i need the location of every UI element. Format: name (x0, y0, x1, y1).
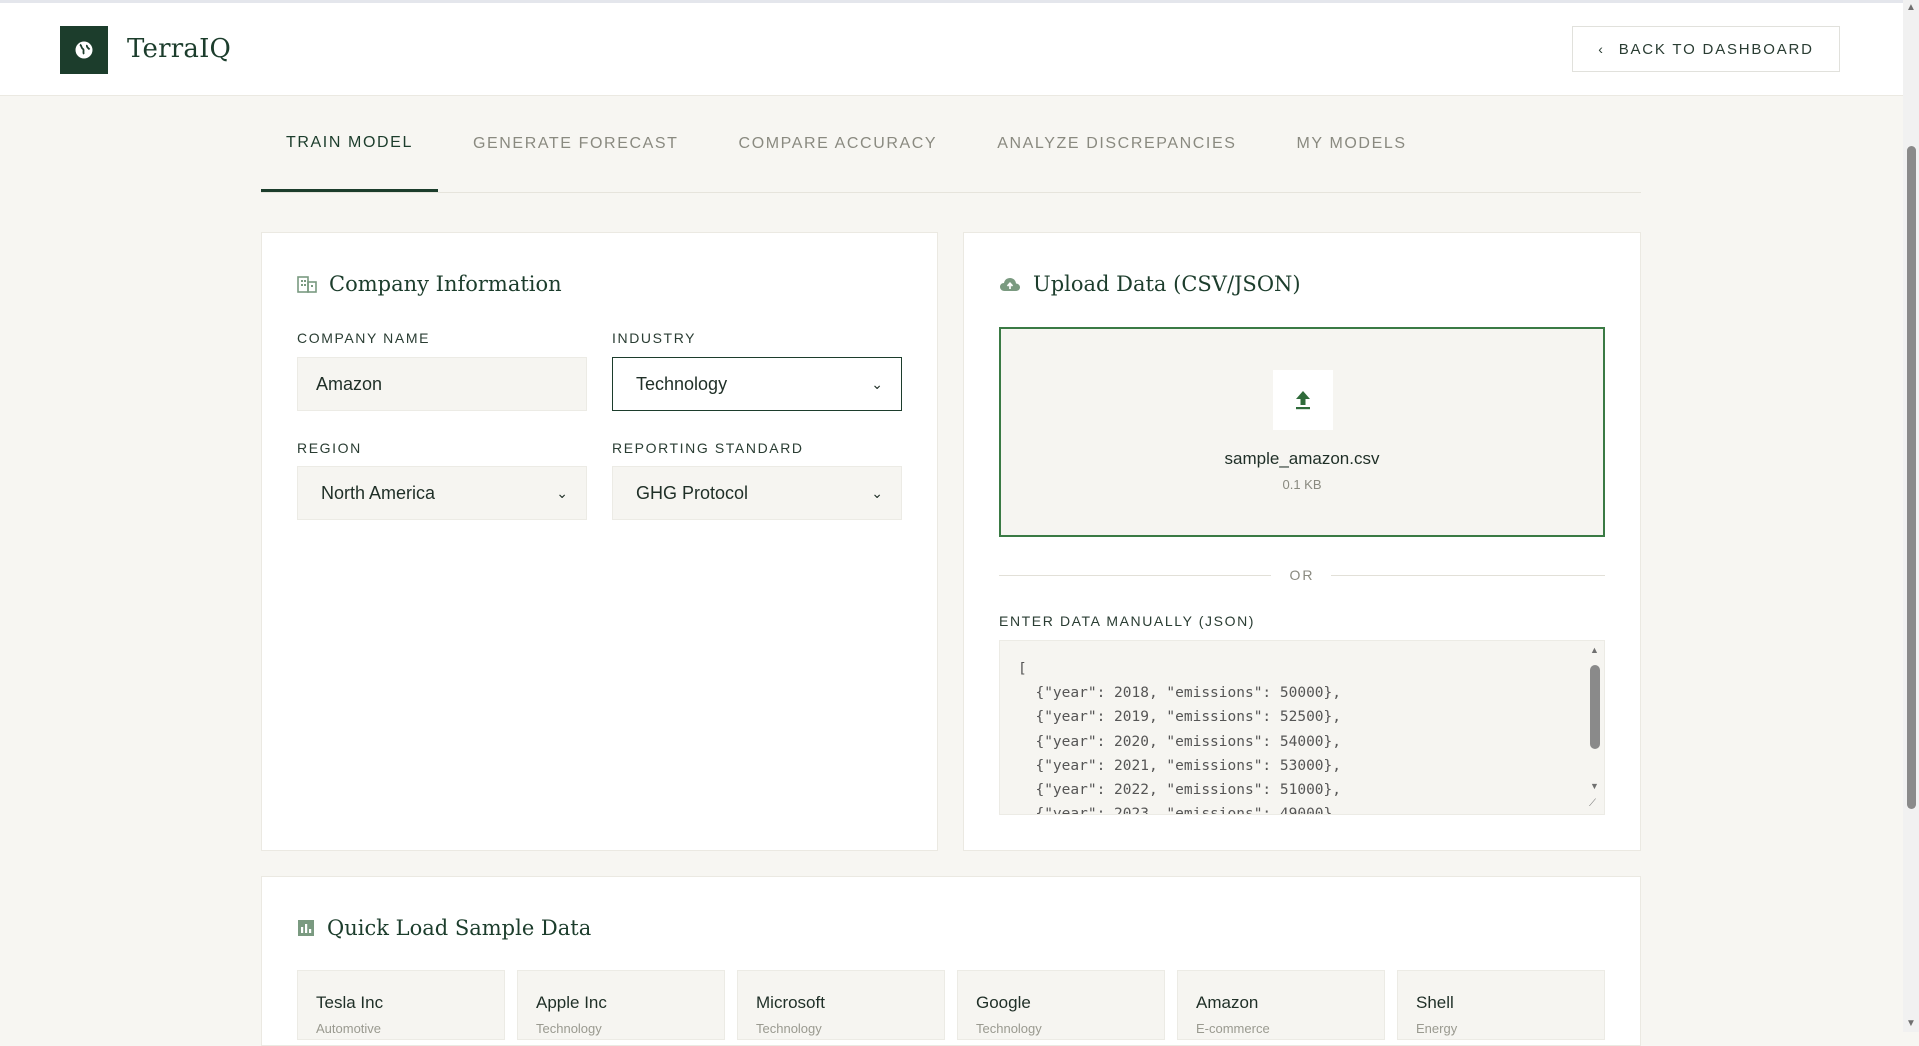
bar-chart-icon (298, 920, 314, 936)
file-dropzone[interactable]: sample_amazon.csv 0.1 KB (999, 327, 1605, 537)
upload-data-title: Upload Data (CSV/JSON) (999, 272, 1301, 296)
sample-card-amazon[interactable]: Amazon E-commerce (1177, 970, 1385, 1040)
reporting-standard-select[interactable]: GHG Protocol ⌄ (612, 466, 902, 520)
sample-card-apple[interactable]: Apple Inc Technology (517, 970, 725, 1040)
divider-line-right (1331, 575, 1605, 576)
chevron-left-icon: ‹ (1598, 41, 1605, 57)
resize-handle-icon[interactable]: ⟋ (1589, 798, 1596, 809)
chevron-down-icon: ⌄ (871, 375, 883, 392)
sample-name: Shell (1416, 993, 1454, 1012)
sample-name: Amazon (1196, 993, 1259, 1012)
upload-icon-container (1273, 370, 1333, 430)
scroll-down-arrow-icon[interactable]: ▼ (1590, 781, 1599, 791)
textarea-scroll-thumb[interactable] (1590, 665, 1600, 749)
industry-value: Technology (636, 373, 728, 394)
brand-name: TerraIQ (127, 34, 232, 64)
textarea-scrollbar[interactable]: ▲ ▼ ⟋ (1588, 643, 1602, 813)
region-value: North America (321, 482, 436, 503)
industry-label: INDUSTRY (612, 330, 697, 346)
tab-train-model[interactable]: TRAIN MODEL (261, 96, 438, 192)
sample-industry: Automotive (316, 1021, 382, 1036)
uploaded-file-size: 0.1 KB (1282, 477, 1322, 492)
industry-select[interactable]: Technology ⌄ (612, 357, 902, 411)
building-icon (297, 276, 317, 293)
sample-card-shell[interactable]: Shell Energy (1397, 970, 1605, 1040)
sample-industry: E-commerce (1196, 1021, 1270, 1036)
logo[interactable] (60, 26, 108, 74)
page-scrollbar[interactable]: ▲ ▼ (1903, 0, 1919, 1032)
company-information-title-text: Company Information (329, 272, 562, 296)
sample-card-google[interactable]: Google Technology (957, 970, 1165, 1040)
sample-name: Google (976, 993, 1031, 1012)
tab-generate-forecast[interactable]: GENERATE FORECAST (448, 96, 704, 192)
reporting-standard-label: REPORTING STANDARD (612, 440, 804, 456)
company-name-value: Amazon (316, 373, 383, 394)
sample-industry: Technology (536, 1021, 602, 1036)
sample-name: Microsoft (756, 993, 825, 1012)
sample-name: Tesla Inc (316, 993, 384, 1012)
scroll-down-arrow-icon[interactable]: ▼ (1906, 1018, 1916, 1029)
globe-icon (75, 41, 93, 59)
sample-industry: Technology (976, 1021, 1042, 1036)
tab-my-models[interactable]: MY MODELS (1272, 96, 1432, 192)
chevron-down-icon: ⌄ (556, 484, 568, 501)
scroll-up-arrow-icon[interactable]: ▲ (1590, 645, 1599, 655)
region-label: REGION (297, 440, 362, 456)
json-data-text: [ {"year": 2018, "emissions": 50000}, {"… (1018, 661, 1342, 815)
top-bar: TerraIQ ‹ BACK TO DASHBOARD (0, 0, 1903, 96)
sample-name: Apple Inc (536, 993, 607, 1012)
json-data-textarea[interactable]: [ {"year": 2018, "emissions": 50000}, {"… (999, 640, 1605, 815)
company-name-label: COMPANY NAME (297, 330, 431, 346)
upload-arrow-icon (1296, 391, 1310, 410)
uploaded-file-name: sample_amazon.csv (1224, 449, 1380, 468)
reporting-standard-value: GHG Protocol (636, 482, 749, 503)
upload-data-title-text: Upload Data (CSV/JSON) (1033, 272, 1301, 296)
or-divider: OR (999, 566, 1605, 586)
back-to-dashboard-button[interactable]: ‹ BACK TO DASHBOARD (1572, 26, 1840, 72)
company-information-card (261, 232, 938, 851)
sample-card-tesla[interactable]: Tesla Inc Automotive (297, 970, 505, 1040)
tab-analyze-discrepancies[interactable]: ANALYZE DISCREPANCIES (972, 96, 1261, 192)
sample-industry: Energy (1416, 1021, 1458, 1036)
region-select[interactable]: North America ⌄ (297, 466, 587, 520)
quick-load-title-text: Quick Load Sample Data (327, 916, 592, 940)
cloud-upload-icon (1000, 278, 1020, 291)
company-information-title: Company Information (297, 272, 562, 296)
sample-industry: Technology (756, 1021, 822, 1036)
back-to-dashboard-label: BACK TO DASHBOARD (1618, 40, 1814, 58)
tab-bar: TRAIN MODEL GENERATE FORECAST COMPARE AC… (261, 96, 1641, 193)
manual-json-label: ENTER DATA MANUALLY (JSON) (999, 613, 1256, 629)
company-name-input[interactable]: Amazon (297, 357, 587, 411)
chevron-down-icon: ⌄ (871, 484, 883, 501)
tab-compare-accuracy[interactable]: COMPARE ACCURACY (714, 96, 963, 192)
scroll-up-arrow-icon[interactable]: ▲ (1906, 2, 1916, 13)
scrollbar-thumb[interactable] (1907, 146, 1916, 809)
quick-load-title: Quick Load Sample Data (297, 916, 591, 940)
sample-card-microsoft[interactable]: Microsoft Technology (737, 970, 945, 1040)
